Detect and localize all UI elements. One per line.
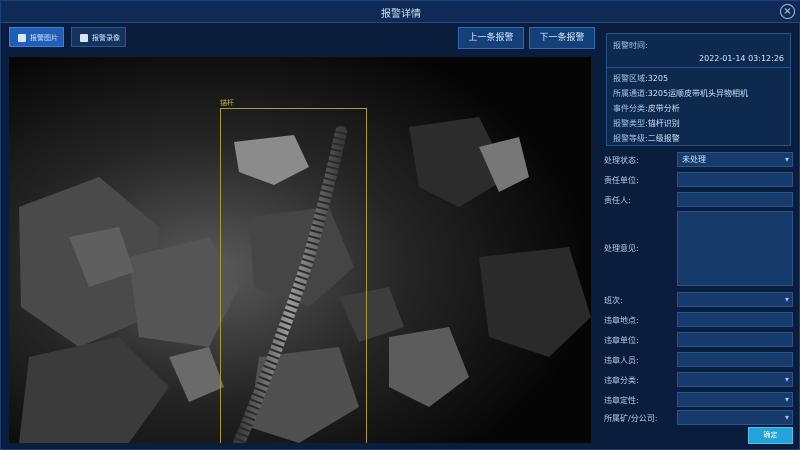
info-value: 3205运顺皮带机头异物相机 — [647, 89, 749, 98]
branch-label: 所属矿/分公司: — [604, 414, 658, 423]
next-alarm-button[interactable]: 下一条报警 — [529, 27, 595, 49]
branch-select[interactable] — [677, 410, 793, 425]
divider — [607, 67, 790, 68]
confirm-button[interactable]: 确定 — [748, 427, 793, 444]
alarm-info-panel: 报警时间: 2022-01-14 03:12:26 报警区域:3205 所属通道… — [606, 33, 791, 146]
tab-alarm-image[interactable]: 报警图片 — [9, 27, 64, 47]
opinion-label: 处理意见: — [604, 244, 639, 253]
info-row-type: 报警类型:锚杆识别 — [613, 118, 680, 129]
info-value: 3205 — [647, 74, 669, 83]
info-row-channel: 所属通道:3205运顺皮带机头异物相机 — [613, 88, 748, 99]
info-value: 二级报警 — [647, 134, 680, 143]
violation-place-label: 违章地点: — [604, 316, 639, 325]
info-value: 皮带分析 — [647, 104, 680, 113]
violation-person-input[interactable] — [677, 352, 793, 367]
violation-category-select[interactable] — [677, 372, 793, 387]
window-title: 报警详情 — [381, 9, 421, 20]
shift-select[interactable] — [677, 292, 793, 307]
title-bar: 报警详情 × — [1, 1, 800, 23]
responsible-unit-input[interactable] — [677, 172, 793, 187]
responsible-person-label: 责任人: — [604, 196, 631, 205]
tab-label: 报警录像 — [92, 34, 120, 42]
alarm-time-value: 2022-01-14 03:12:26 — [699, 54, 784, 63]
info-key: 报警类型: — [613, 119, 648, 128]
prev-alarm-button[interactable]: 上一条报警 — [458, 27, 524, 49]
tab-alarm-video[interactable]: 报警录像 — [71, 27, 126, 47]
alarm-time-label: 报警时间: — [613, 41, 648, 50]
alarm-image: 锚杆 — [9, 57, 591, 443]
info-row-category: 事件分类:皮带分析 — [613, 103, 680, 114]
info-key: 所属通道: — [613, 89, 648, 98]
violation-nature-select[interactable] — [677, 392, 793, 407]
info-key: 事件分类: — [613, 104, 648, 113]
shift-label: 班次: — [604, 296, 623, 305]
detection-label: 锚杆 — [220, 99, 234, 107]
tab-checkbox-icon — [80, 34, 88, 42]
violation-category-label: 违章分类: — [604, 376, 639, 385]
responsible-unit-label: 责任单位: — [604, 176, 639, 185]
violation-unit-input[interactable] — [677, 332, 793, 347]
info-value: 锚杆识别 — [647, 119, 680, 128]
info-key: 报警等级: — [613, 134, 648, 143]
info-row-area: 报警区域:3205 — [613, 73, 668, 84]
opinion-textarea[interactable] — [677, 211, 793, 286]
detection-box — [220, 108, 367, 443]
responsible-person-input[interactable] — [677, 192, 793, 207]
status-select[interactable]: 未处理 — [677, 152, 793, 167]
alarm-detail-window: 报警详情 × 报警图片 报警录像 上一条报警 下一条报警 锚杆 报警时间: 20… — [0, 0, 800, 450]
tab-label: 报警图片 — [30, 34, 58, 42]
violation-person-label: 违章人员: — [604, 356, 639, 365]
info-key: 报警区域: — [613, 74, 648, 83]
tab-checkbox-icon — [18, 34, 26, 42]
status-label: 处理状态: — [604, 156, 639, 165]
close-icon[interactable]: × — [780, 4, 795, 19]
info-row-level: 报警等级:二级报警 — [613, 133, 680, 144]
violation-unit-label: 违章单位: — [604, 336, 639, 345]
violation-place-input[interactable] — [677, 312, 793, 327]
violation-nature-label: 违章定性: — [604, 396, 639, 405]
